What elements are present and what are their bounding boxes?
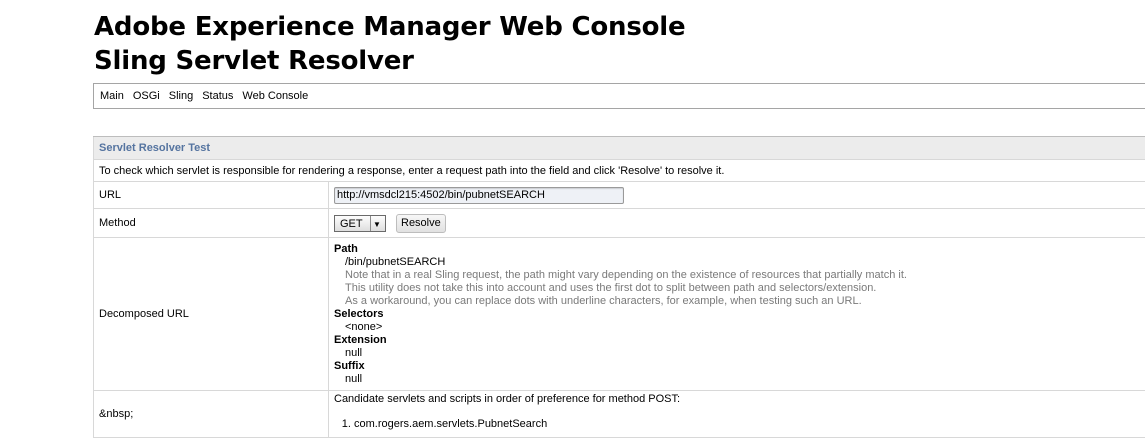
page-title: Adobe Experience Manager Web Console Sli… <box>94 10 686 78</box>
path-note-2: This utility does not take this into acc… <box>345 281 877 294</box>
path-value: /bin/pubnetSEARCH <box>345 255 446 268</box>
candidates-intro: Candidate servlets and scripts in order … <box>334 393 681 405</box>
url-label: URL <box>93 181 329 209</box>
path-note-1: Note that in a real Sling request, the p… <box>345 268 907 281</box>
suffix-label: Suffix <box>334 359 365 372</box>
candidates-list: com.rogers.aem.servlets.PubnetSearch <box>334 418 1145 431</box>
decomposed-url-details: Path /bin/pubnetSEARCH Note that in a re… <box>334 239 1145 390</box>
panel-intro: To check which servlet is responsible fo… <box>93 159 1145 182</box>
path-note-3: As a workaround, you can replace dots wi… <box>345 294 862 307</box>
nav-osgi[interactable]: OSGi <box>133 84 160 108</box>
main-nav: Main OSGi Sling Status Web Console <box>93 83 1145 109</box>
method-label: Method <box>93 208 329 238</box>
url-input[interactable] <box>334 186 624 204</box>
panel-heading: Servlet Resolver Test <box>93 136 1145 160</box>
nav-status[interactable]: Status <box>202 84 233 108</box>
chevron-down-icon: ▼ <box>370 215 383 231</box>
servlet-resolver-panel: Servlet Resolver Test To check which ser… <box>93 136 1145 438</box>
title-line-2: Sling Servlet Resolver <box>94 46 414 76</box>
decomposed-url-label: Decomposed URL <box>93 237 329 391</box>
path-label: Path <box>334 242 358 255</box>
title-line-1: Adobe Experience Manager Web Console <box>94 12 686 42</box>
nav-web-console[interactable]: Web Console <box>242 84 308 108</box>
suffix-value: null <box>345 372 363 385</box>
candidates-row-label: &nbsp; <box>93 390 329 438</box>
extension-label: Extension <box>334 333 387 346</box>
selectors-label: Selectors <box>334 307 384 320</box>
extension-value: null <box>345 346 363 359</box>
nav-sling[interactable]: Sling <box>169 84 193 108</box>
selectors-value: <none> <box>345 320 383 333</box>
method-select[interactable]: GET ▼ <box>334 214 386 232</box>
nav-main[interactable]: Main <box>100 84 124 108</box>
method-select-value: GET <box>340 217 363 230</box>
candidate-item: com.rogers.aem.servlets.PubnetSearch <box>354 418 1145 431</box>
resolve-button[interactable]: Resolve <box>396 213 446 233</box>
